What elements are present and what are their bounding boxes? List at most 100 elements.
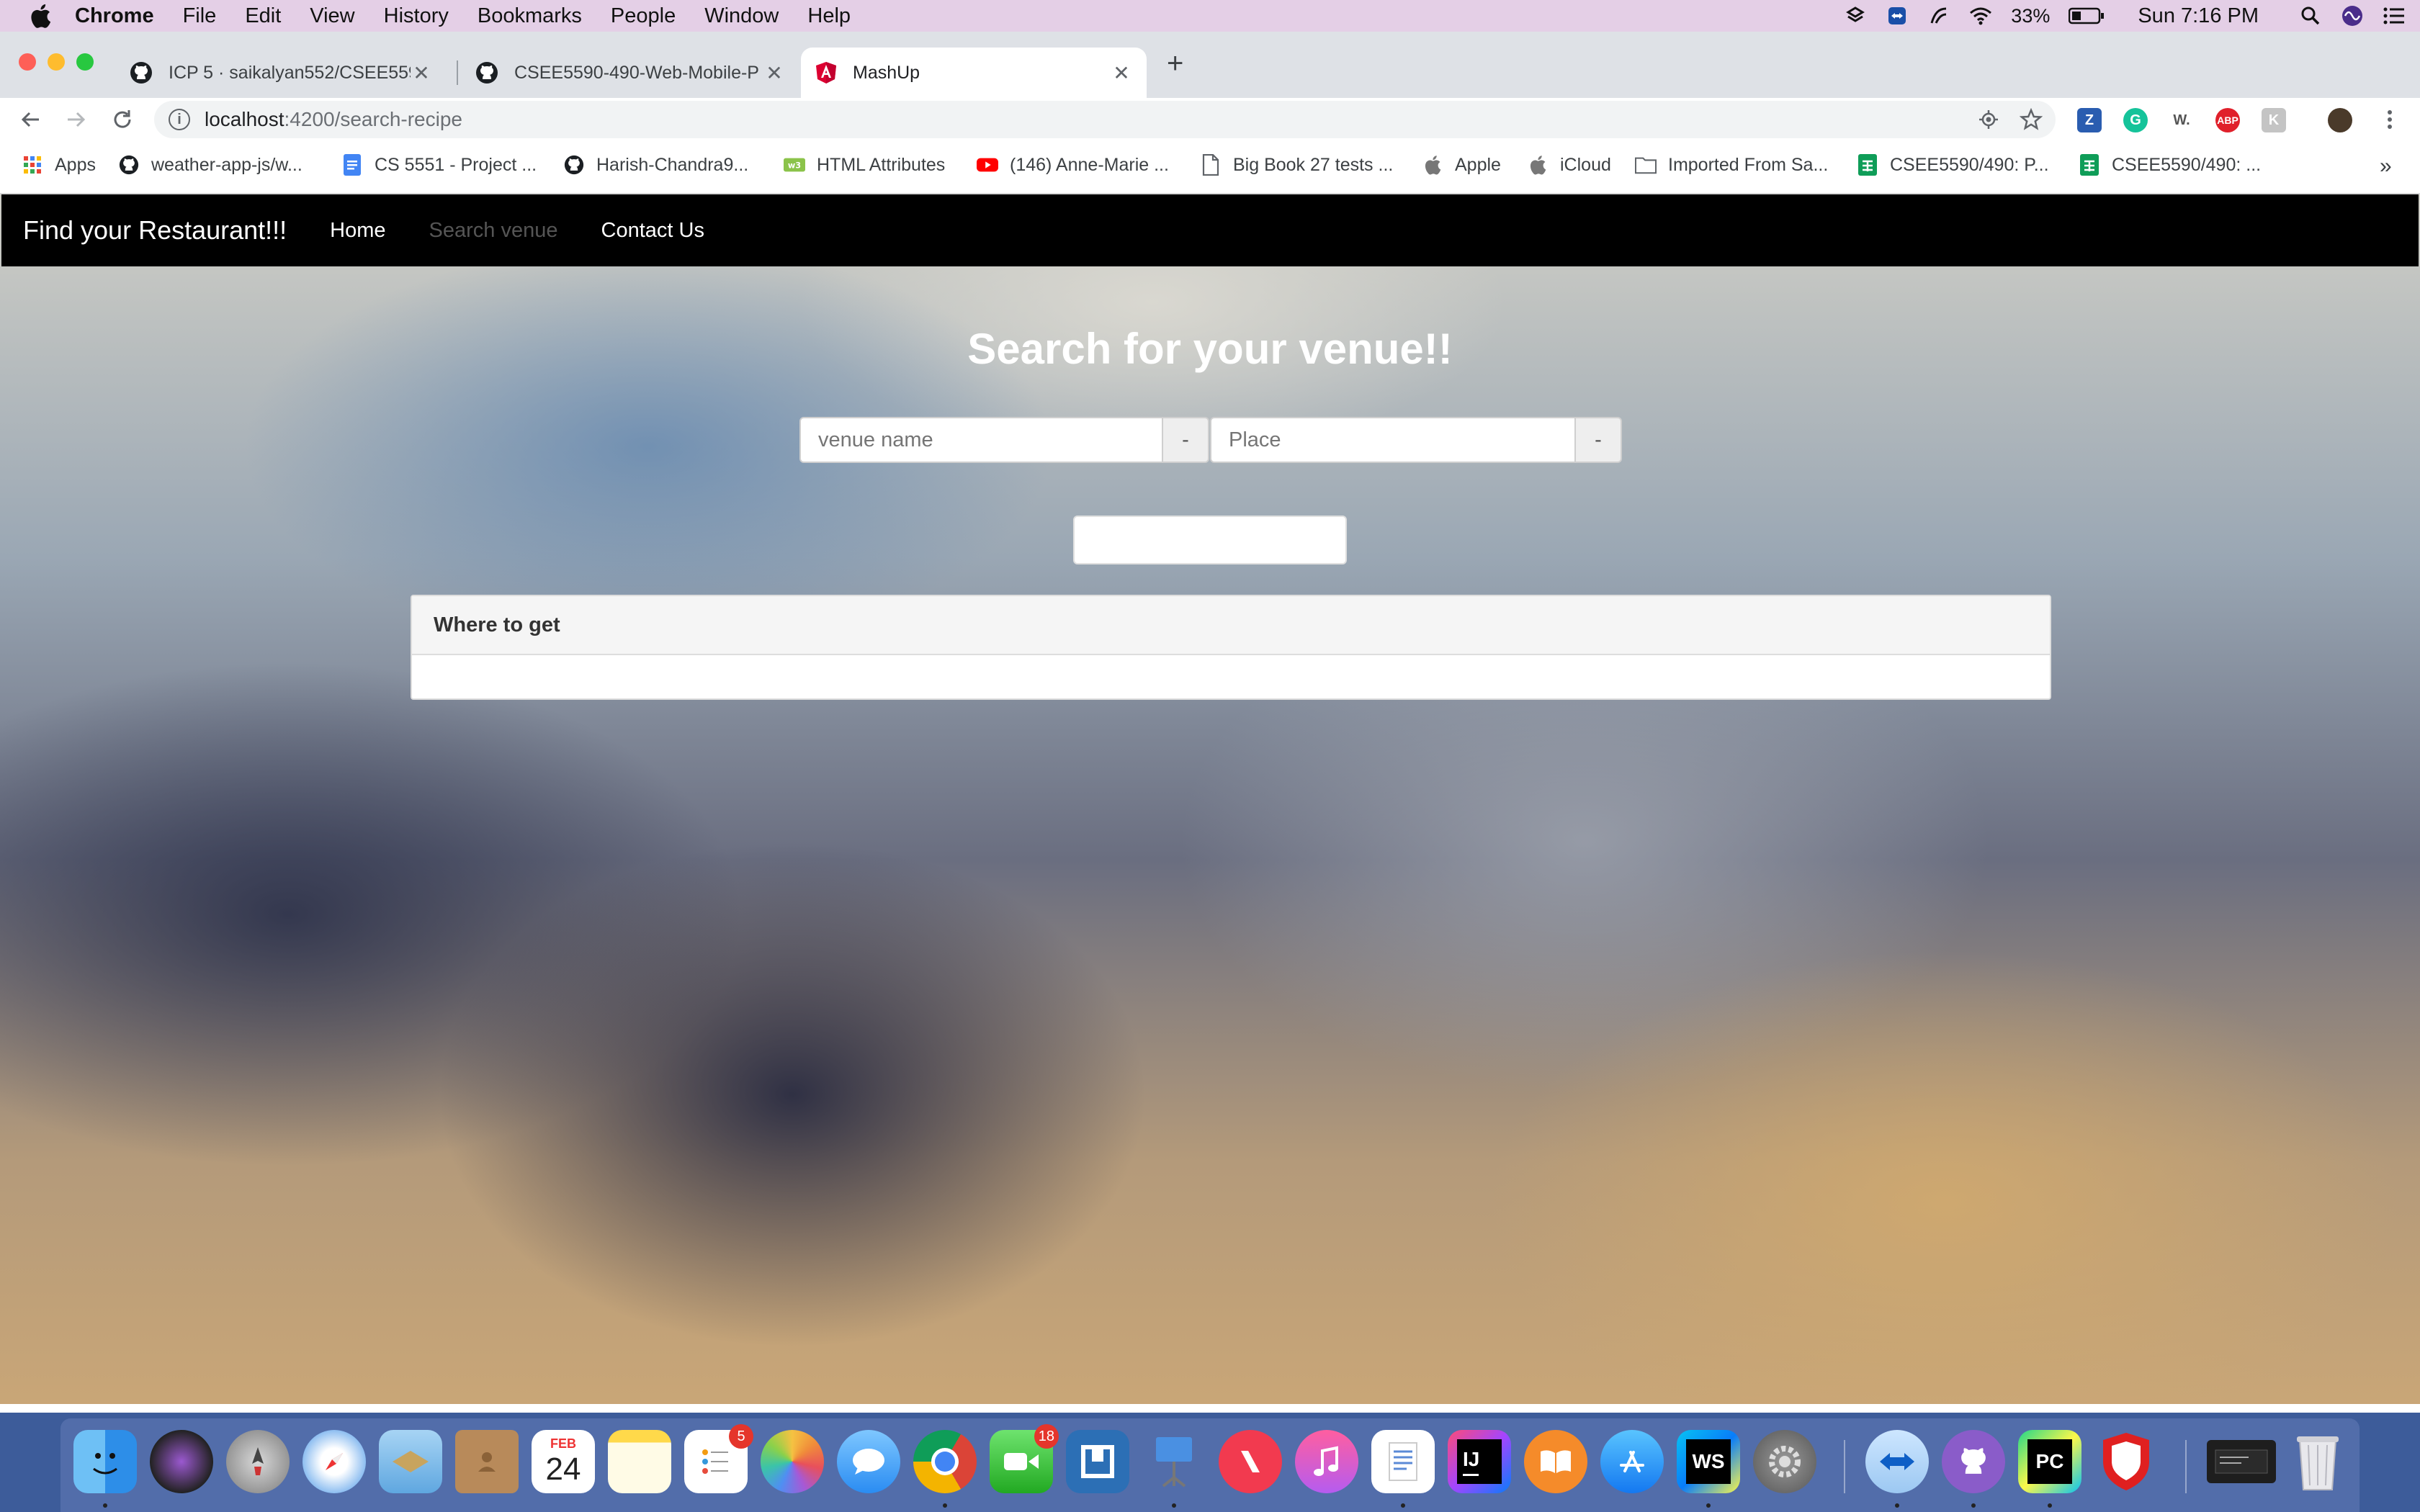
wifi-icon[interactable] — [1969, 4, 1992, 27]
arrow-right-icon — [68, 112, 86, 127]
itunes-icon[interactable] — [1295, 1430, 1358, 1493]
nav-contact-us[interactable]: Contact Us — [601, 219, 704, 243]
bookmark-csee-sheet-2[interactable]: CSEE5590/490: ... — [2079, 154, 2261, 176]
safari-icon[interactable] — [302, 1430, 366, 1493]
launchpad-icon[interactable] — [226, 1430, 290, 1493]
location-icon[interactable] — [1978, 109, 1999, 134]
nav-search-venue[interactable]: Search venue — [429, 219, 558, 243]
menu-history[interactable]: History — [384, 4, 449, 28]
menu-edit[interactable]: Edit — [245, 4, 281, 28]
github-desktop-icon[interactable] — [1942, 1430, 2005, 1493]
app-store-icon[interactable] — [1600, 1430, 1664, 1493]
siri-icon[interactable] — [2341, 4, 2364, 27]
back-button[interactable] — [16, 105, 45, 134]
zotero-extension-icon[interactable]: Z — [2077, 108, 2102, 132]
venue-name-input[interactable] — [799, 417, 1163, 463]
scripting-icon[interactable] — [1927, 4, 1950, 27]
forward-button[interactable] — [62, 105, 91, 134]
notification-center-icon[interactable] — [2383, 4, 2406, 27]
apple-menu-icon[interactable] — [26, 4, 55, 28]
place-input-addon: - — [1574, 417, 1622, 463]
chrome-menu-button[interactable] — [2375, 105, 2404, 134]
bookmark-harish[interactable]: Harish-Chandra9... — [563, 154, 748, 176]
menu-help[interactable]: Help — [807, 4, 851, 28]
teamviewer-menu-icon[interactable] — [1886, 4, 1909, 27]
search-button[interactable] — [1073, 516, 1347, 564]
bookmark-label: Apps — [55, 154, 96, 175]
teamviewer-icon[interactable] — [1865, 1430, 1929, 1493]
books-icon[interactable] — [1524, 1430, 1587, 1493]
page-bottom-edge — [0, 1404, 2420, 1413]
facetime-icon[interactable]: 18 — [990, 1424, 1059, 1493]
contacts-icon[interactable] — [455, 1430, 519, 1493]
system-preferences-icon[interactable] — [1753, 1430, 1816, 1493]
grammarly-extension-icon[interactable]: G — [2123, 108, 2148, 132]
reload-button[interactable] — [108, 105, 137, 134]
zoom-window-button[interactable] — [76, 53, 94, 71]
calendar-icon[interactable]: FEB 24 — [532, 1430, 595, 1493]
reminders-icon[interactable]: 5 — [684, 1424, 753, 1493]
place-input[interactable] — [1210, 417, 1577, 463]
screenshot-tool-icon[interactable] — [1066, 1430, 1129, 1493]
mail-icon[interactable] — [379, 1430, 442, 1493]
acrobat-icon[interactable] — [2094, 1430, 2158, 1493]
new-tab-button[interactable]: + — [1167, 48, 1183, 80]
intellij-icon[interactable]: IJ — [1448, 1430, 1511, 1493]
tab-icp5[interactable]: ICP 5 · saikalyan552/CSEE5590 ✕ — [115, 48, 447, 98]
wordtune-extension-icon[interactable]: W. — [2169, 108, 2194, 132]
site-info-icon[interactable]: i — [169, 109, 190, 130]
bookmark-cs5551[interactable]: CS 5551 - Project ... — [341, 154, 537, 176]
bookmark-big-book[interactable]: Big Book 27 tests ... — [1200, 154, 1393, 176]
bookmark-star-icon[interactable] — [2019, 107, 2043, 135]
finder-icon[interactable] — [73, 1430, 137, 1493]
messages-icon[interactable] — [837, 1430, 900, 1493]
menu-app-name[interactable]: Chrome — [75, 4, 154, 28]
spotlight-search-icon[interactable] — [2299, 4, 2322, 27]
pycharm-icon[interactable]: PC — [2018, 1430, 2081, 1493]
nav-home[interactable]: Home — [330, 219, 385, 243]
close-tab-icon[interactable]: ✕ — [1111, 61, 1132, 85]
menu-people[interactable]: People — [611, 4, 676, 28]
close-window-button[interactable] — [19, 53, 36, 71]
bookmark-csee-sheet-1[interactable]: CSEE5590/490: P... — [1857, 154, 2049, 176]
menu-window[interactable]: Window — [704, 4, 779, 28]
w3-icon: w3 — [784, 154, 805, 176]
chrome-toolbar: i localhost:4200/search-recipe Z G W. AB… — [0, 98, 2420, 141]
chrome-icon[interactable] — [913, 1430, 977, 1493]
tab-mashup[interactable]: MashUp ✕ — [801, 48, 1147, 98]
bookmark-anne-marie[interactable]: (146) Anne-Marie ... — [977, 154, 1169, 176]
notes-icon[interactable] — [608, 1430, 671, 1493]
menu-bookmarks[interactable]: Bookmarks — [478, 4, 582, 28]
bookmark-apple[interactable]: Apple — [1422, 154, 1501, 176]
minimize-window-button[interactable] — [48, 53, 65, 71]
news-icon[interactable] — [1219, 1430, 1282, 1493]
translate-extension-icon[interactable]: K — [2262, 108, 2286, 132]
siri-icon[interactable] — [150, 1430, 213, 1493]
photos-icon[interactable] — [761, 1430, 824, 1493]
bookmark-html-attributes[interactable]: w3 HTML Attributes — [784, 154, 945, 176]
tab-csee5590[interactable]: CSEE5590-490-Web-Mobile-P ✕ — [461, 48, 799, 98]
address-bar[interactable]: i localhost:4200/search-recipe — [154, 101, 2056, 138]
menu-file[interactable]: File — [183, 4, 217, 28]
battery-icon[interactable] — [2069, 4, 2105, 27]
menu-clock[interactable]: Sun 7:16 PM — [2138, 4, 2259, 28]
adblock-extension-icon[interactable]: ABP — [2215, 108, 2240, 132]
bookmark-apps[interactable]: Apps — [22, 154, 96, 176]
more-vertical-icon — [2388, 110, 2392, 129]
site-brand[interactable]: Find your Restaurant!!! — [23, 215, 287, 246]
menu-view[interactable]: View — [310, 4, 354, 28]
textedit-icon[interactable] — [1371, 1430, 1435, 1493]
close-tab-icon[interactable]: ✕ — [763, 61, 785, 85]
dropbox-icon[interactable] — [1844, 4, 1867, 27]
trash-icon[interactable] — [2286, 1430, 2349, 1493]
bookmark-icloud[interactable]: iCloud — [1527, 154, 1611, 176]
keynote-icon[interactable] — [1142, 1430, 1206, 1493]
close-tab-icon[interactable]: ✕ — [411, 61, 432, 85]
bookmarks-overflow-button[interactable]: » — [2380, 154, 2392, 179]
terminal-window-icon[interactable] — [2207, 1440, 2276, 1483]
bookmark-label: Imported From Sa... — [1668, 154, 1829, 175]
webstorm-icon[interactable]: WS — [1677, 1430, 1740, 1493]
bookmark-imported-folder[interactable]: Imported From Sa... — [1635, 154, 1828, 176]
profile-avatar[interactable] — [2328, 108, 2352, 132]
bookmark-weather-app[interactable]: weather-app-js/w... — [118, 154, 302, 176]
